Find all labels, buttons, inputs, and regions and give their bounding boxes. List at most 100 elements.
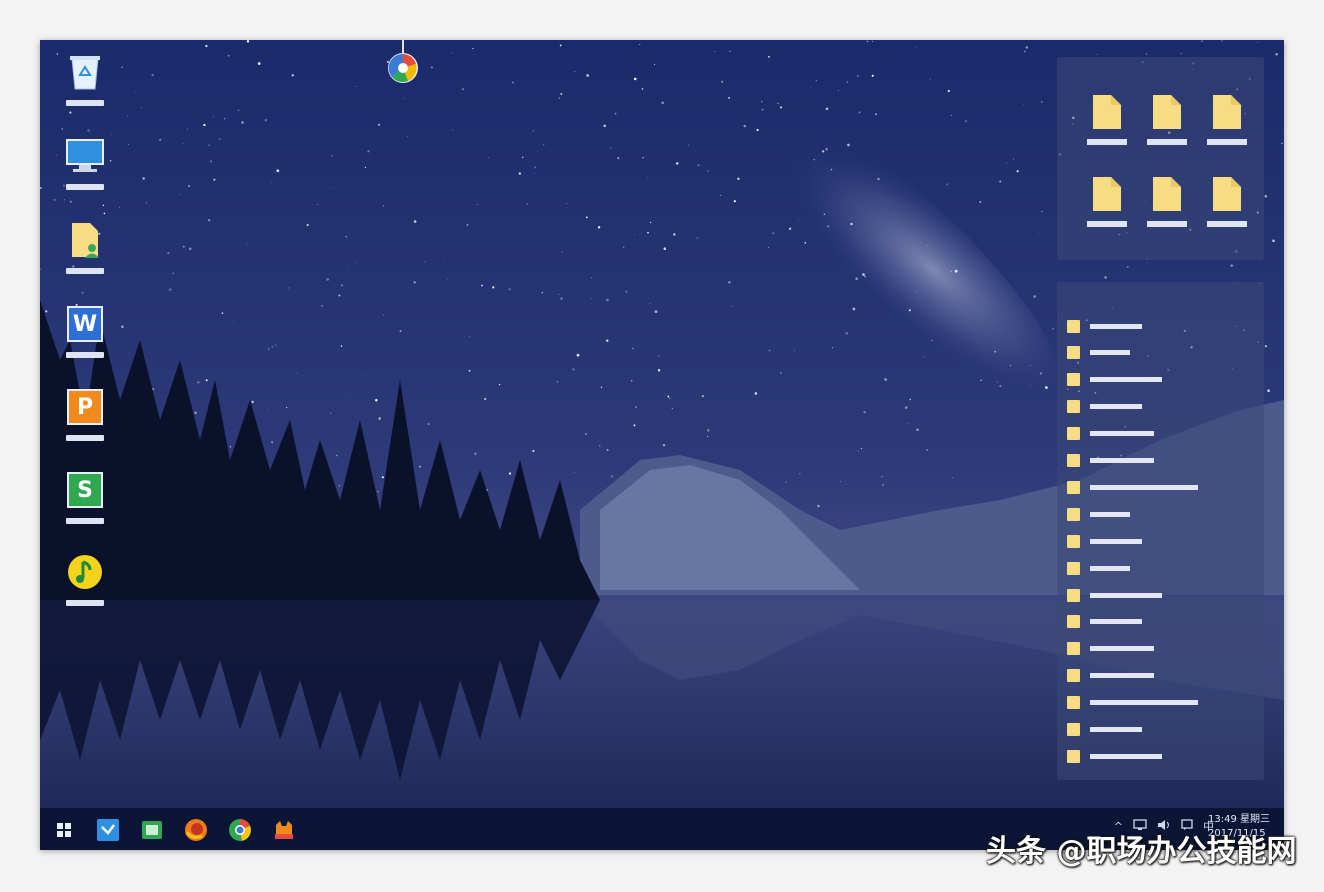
desktop-icon-computer[interactable] <box>58 136 112 212</box>
fence-list-item[interactable] <box>1067 615 1142 629</box>
folder-label <box>1207 139 1247 145</box>
clock-time: 13:49 星期三 <box>1208 814 1270 825</box>
fence-list-item[interactable] <box>1067 561 1130 575</box>
fence-folder-grid[interactable] <box>1057 57 1264 260</box>
fence-list-item[interactable] <box>1067 480 1198 494</box>
file-label <box>1090 592 1162 598</box>
desktop-icon-wps-presentation[interactable]: P <box>58 387 112 463</box>
wps-spreadsheet-icon: S <box>65 470 105 510</box>
windows-start-icon[interactable] <box>50 816 78 844</box>
folder-label <box>1147 139 1187 145</box>
file-icon <box>1067 588 1080 602</box>
fence-list-item[interactable] <box>1067 373 1162 387</box>
file-label <box>1090 727 1142 732</box>
fence-list-item[interactable] <box>1067 400 1142 414</box>
pushpin-balloon-icon[interactable] <box>386 40 420 86</box>
file-label <box>1090 323 1142 329</box>
chrome-icon[interactable] <box>226 816 254 844</box>
wps-presentation-icon: P <box>65 387 105 427</box>
folder-icon <box>1093 177 1121 211</box>
file-label <box>1090 619 1142 625</box>
file-label <box>1090 673 1154 679</box>
file-label <box>1090 538 1142 544</box>
desktop-icon-user-folder[interactable] <box>58 220 112 296</box>
file-label <box>1090 646 1154 652</box>
file-icon <box>1067 373 1080 387</box>
file-label <box>1090 404 1142 410</box>
desktop-icon-label <box>66 352 104 358</box>
fence-folder-item[interactable] <box>1083 175 1131 239</box>
file-icon <box>1067 749 1080 763</box>
file-icon <box>1067 454 1080 467</box>
fence-list-item[interactable] <box>1067 669 1154 683</box>
file-label <box>1090 458 1154 463</box>
folder-icon <box>1213 95 1241 129</box>
file-label <box>1090 484 1198 490</box>
file-icon <box>1067 642 1080 656</box>
fence-list-item[interactable] <box>1067 346 1130 360</box>
file-label <box>1090 377 1162 383</box>
watermark-text: 头条 @职场办公技能网 <box>986 834 1297 869</box>
desktop-icon-label <box>66 435 104 441</box>
desktop-icon-label <box>66 184 104 190</box>
folder-label <box>1087 221 1127 227</box>
wps-writer-icon: W <box>65 304 105 344</box>
folder-icon <box>1093 95 1121 129</box>
desktop-icon-music-player[interactable] <box>58 552 112 628</box>
file-label <box>1090 350 1130 356</box>
fence-list-item[interactable] <box>1067 534 1142 548</box>
file-icon <box>1067 507 1080 521</box>
arrow-app-icon[interactable] <box>94 816 122 844</box>
fence-list-item[interactable] <box>1067 319 1142 333</box>
folder-label <box>1087 139 1127 145</box>
fence-list-item[interactable] <box>1067 696 1198 710</box>
folder-icon <box>1153 177 1181 211</box>
file-label <box>1090 431 1154 437</box>
fence-list-item[interactable] <box>1067 642 1154 656</box>
file-icon <box>1067 319 1080 333</box>
file-label <box>1090 753 1162 759</box>
desktop-icon-label <box>66 100 104 106</box>
cat-app-icon[interactable] <box>270 816 298 844</box>
fence-list-item[interactable] <box>1067 507 1130 521</box>
recycle-app-icon[interactable] <box>138 816 166 844</box>
desktop-icon-wps-spreadsheet[interactable]: S <box>58 470 112 546</box>
fence-folder-item[interactable] <box>1143 175 1191 239</box>
file-icon <box>1067 561 1080 575</box>
file-icon <box>1067 400 1080 414</box>
fence-folder-item[interactable] <box>1203 93 1251 157</box>
folder-icon <box>1153 95 1181 129</box>
fence-list-item[interactable] <box>1067 588 1162 602</box>
user-folder-icon <box>65 220 105 260</box>
desktop-icon-label <box>66 518 104 524</box>
fence-list-item[interactable] <box>1067 427 1154 441</box>
recycle-bin-icon <box>65 52 105 92</box>
fence-folder-item[interactable] <box>1083 93 1131 157</box>
file-icon <box>1067 615 1080 629</box>
desktop-icon-recycle-bin[interactable] <box>58 52 112 128</box>
file-icon <box>1067 346 1080 360</box>
desktop-icon-wps-writer[interactable]: W <box>58 304 112 380</box>
desktop-icon-label <box>66 268 104 274</box>
fence-list-item[interactable] <box>1067 749 1162 763</box>
file-icon <box>1067 427 1080 441</box>
fence-folder-item[interactable] <box>1203 175 1251 239</box>
file-label <box>1090 511 1130 517</box>
fence-folder-item[interactable] <box>1143 93 1191 157</box>
file-label <box>1090 565 1130 571</box>
file-label <box>1090 700 1198 706</box>
file-icon <box>1067 669 1080 683</box>
file-icon <box>1067 534 1080 548</box>
desktop-icon-label <box>66 600 104 606</box>
folder-label <box>1147 221 1187 227</box>
folder-icon <box>1213 177 1241 211</box>
folder-label <box>1207 221 1247 227</box>
firefox-icon[interactable] <box>182 816 210 844</box>
fence-list-item[interactable] <box>1067 454 1154 468</box>
desktop-screen: W P S ^ 中 13:49 星期三 2017/11/15 <box>40 40 1284 850</box>
fence-file-list[interactable] <box>1057 282 1264 780</box>
fence-list-item[interactable] <box>1067 723 1142 737</box>
computer-icon <box>65 136 105 176</box>
file-icon <box>1067 723 1080 736</box>
file-icon <box>1067 480 1080 494</box>
